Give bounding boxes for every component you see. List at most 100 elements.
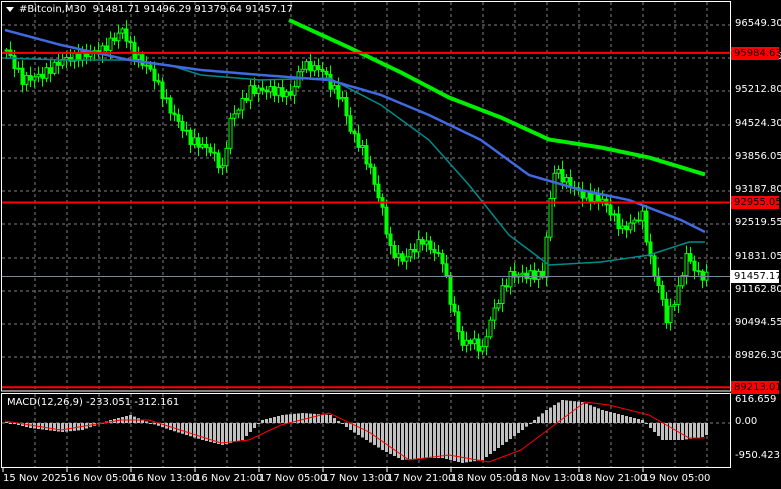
current-price-tag: 91457.17 — [731, 270, 781, 284]
bull-candle — [472, 338, 477, 345]
macd-histogram-bar — [557, 402, 560, 423]
bear-candle — [336, 85, 341, 100]
macd-histogram-bar — [277, 416, 280, 423]
bull-candle — [632, 219, 637, 224]
macd-histogram-bar — [421, 423, 424, 458]
bear-candle — [412, 248, 417, 253]
time-axis-label: 17 Nov 05:00 — [259, 473, 327, 484]
macd-histogram-bar — [653, 423, 656, 432]
level-price-tag: 95984.63 — [731, 46, 781, 60]
bear-candle — [280, 87, 285, 98]
macd-histogram-bar — [597, 408, 600, 423]
macd-histogram-bar — [381, 423, 384, 450]
bear-candle — [104, 45, 109, 51]
macd-histogram-bar — [217, 423, 220, 444]
bull-candle — [52, 61, 57, 74]
bull-candle — [224, 147, 229, 167]
bull-candle — [116, 32, 121, 42]
price-chart[interactable] — [0, 0, 781, 489]
bull-candle — [520, 272, 525, 276]
macd-histogram-bar — [137, 418, 140, 423]
low-value: 91379.64 — [194, 4, 243, 15]
bull-candle — [44, 67, 49, 79]
bear-candle — [124, 28, 129, 42]
bull-candle — [284, 91, 289, 98]
macd-histogram-bar — [153, 423, 156, 425]
price-axis-label: 93187.80 — [735, 184, 781, 195]
bull-candle — [332, 85, 337, 90]
bull-candle — [292, 86, 297, 96]
time-axis-label: 17 Nov 13:00 — [323, 473, 391, 484]
bear-candle — [20, 67, 25, 85]
bear-candle — [168, 97, 173, 114]
macd-histogram-bar — [385, 423, 388, 452]
macd-histogram-bar — [265, 419, 268, 423]
ma-fast-line — [4, 57, 705, 266]
open-value: 91481.71 — [92, 4, 141, 15]
macd-histogram-bar — [593, 406, 596, 423]
bear-candle — [320, 69, 325, 72]
bull-candle — [408, 248, 413, 258]
macd-histogram-bar — [701, 423, 704, 437]
bull-candle — [240, 97, 245, 111]
macd-histogram-bar — [629, 417, 632, 423]
bull-candle — [676, 285, 681, 305]
bear-candle — [324, 70, 329, 75]
bear-candle — [252, 85, 257, 94]
chart-title: #Bitcoin,M30 91481.71 91496.29 91379.64 … — [6, 4, 293, 15]
bear-candle — [160, 81, 165, 99]
bull-candle — [640, 210, 645, 222]
bull-candle — [544, 236, 549, 278]
bull-candle — [396, 253, 401, 258]
macd-histogram-bar — [533, 420, 536, 423]
bull-candle — [236, 109, 241, 115]
bull-candle — [136, 54, 141, 60]
macd-histogram-bar — [405, 423, 408, 460]
macd-histogram-bar — [185, 423, 188, 435]
bear-candle — [172, 112, 177, 116]
macd-histogram-bar — [573, 401, 576, 423]
macd-histogram-bar — [485, 423, 488, 457]
macd-histogram-bar — [45, 423, 48, 430]
bear-candle — [244, 97, 249, 101]
bear-candle — [460, 331, 465, 346]
price-axis-label: 94524.30 — [735, 118, 781, 129]
bull-candle — [528, 270, 533, 279]
bear-candle — [264, 89, 269, 93]
macd-histogram-bar — [705, 423, 708, 435]
bull-candle — [536, 270, 541, 280]
macd-histogram-bar — [541, 413, 544, 423]
macd-histogram-bar — [601, 410, 604, 423]
bear-candle — [616, 213, 621, 229]
bull-candle — [36, 73, 41, 78]
bull-candle — [556, 169, 561, 174]
macd-histogram-bar — [525, 423, 528, 427]
macd-histogram-bar — [373, 423, 376, 445]
bear-candle — [504, 285, 509, 288]
bull-candle — [484, 336, 489, 348]
bear-candle — [532, 270, 537, 280]
macd-histogram-bar — [493, 423, 496, 451]
bull-candle — [416, 239, 421, 253]
macd-histogram-bar — [441, 423, 444, 458]
macd-histogram-bar — [429, 423, 432, 458]
bull-candle — [500, 285, 505, 305]
bull-candle — [24, 74, 29, 85]
macd-histogram-bar — [449, 423, 452, 460]
macd-histogram-bar — [129, 415, 132, 423]
dropdown-triangle-icon[interactable] — [6, 6, 14, 12]
macd-histogram-bar — [237, 423, 240, 441]
macd-histogram-bar — [637, 419, 640, 423]
bear-candle — [636, 219, 641, 222]
macd-histogram-bar — [249, 423, 252, 432]
macd-histogram-bar — [73, 423, 76, 431]
bull-candle — [620, 225, 625, 229]
macd-histogram-bar — [257, 423, 260, 424]
price-axis-label: 96549.30 — [735, 18, 781, 29]
macd-histogram-bar — [413, 423, 416, 459]
bear-candle — [188, 129, 193, 145]
price-axis-label: 90494.55 — [735, 317, 781, 328]
macd-histogram-bar — [357, 423, 360, 435]
macd-histogram-bar — [477, 423, 480, 461]
macd-histogram-bar — [321, 414, 324, 423]
